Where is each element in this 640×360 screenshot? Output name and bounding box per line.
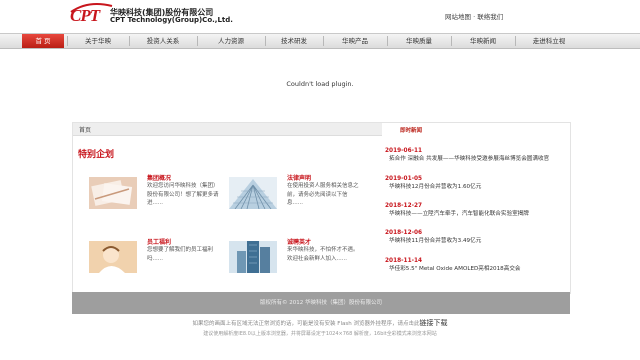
building-photo-icon [229,177,277,209]
tile-careers[interactable]: 诚聘英才 来华映科技，不怕怀才不遇。欢迎社会新鲜人加入...... [217,237,359,281]
top-links: 网站地图 · 联络我们 [445,11,503,21]
news-item[interactable]: 2018-11-14 华佳彩5.5" Metal Oxide AMOLED亮相2… [385,257,570,273]
news-date: 2018-12-06 [385,230,423,236]
tile-description: 来华映科技，不怕怀才不遇。欢迎社会新鲜人加入...... [287,247,359,262]
news-date: 2018-12-27 [385,203,423,209]
nav-divider [67,36,68,46]
documents-photo-icon [89,177,137,209]
news-date: 2019-06-11 [385,148,423,154]
news-item[interactable]: 2019-06-11 拓合作 深融合 共发展——华映科技受邀参展海丝博览会圆满收… [385,147,570,163]
tile-description: 欢迎您访问华映科技（集团）股份有限公司！想了解更多请进...... [147,183,219,206]
news-title[interactable]: 拓合作 深融合 共发展——华映科技受邀参展海丝博览会圆满收官 [385,155,570,163]
news-item[interactable]: 2018-12-27 华映科技——立陞汽车牵手，汽车智能化联合实验室揭牌 [385,202,570,218]
nav-kolisi[interactable]: 走进科立视 [518,34,580,48]
nav-divider [515,36,516,46]
contact-link[interactable]: 联络我们 [477,13,503,21]
browser-note: 建议使用解析度IE8.0以上版本浏览器，并将屏幕设定于1024×768 解析度，… [203,331,437,337]
breadcrumb-home[interactable]: 首页 [79,125,91,134]
flash-note: 如果您的画面上有区域无法正常浏览的话，可能是没有安装 Flash 浏览器外挂程序… [0,318,640,328]
nav-divider [197,36,198,46]
flash-download-link[interactable]: 链接下载 [419,319,447,327]
nav-products[interactable]: 华映产品 [326,34,384,48]
news-title[interactable]: 华映科技——立陞汽车牵手，汽车智能化联合实验室揭牌 [385,210,570,218]
nav-divider [129,36,130,46]
nav-divider [451,36,452,46]
person-photo-icon [89,241,137,273]
site-footer: 版权所有© 2012 华映科技（集团）股份有限公司 [72,292,570,314]
link-separator: · [473,13,476,21]
site-header: CPT 华映科技(集团)股份有限公司 CPT Technology(Group)… [0,0,640,33]
news-item[interactable]: 2018-12-06 华映科技11月份合并营收为3.49亿元 [385,229,570,245]
nav-divider [265,36,266,46]
plugin-error-message: Couldn't load plugin. [286,80,354,88]
company-name-en: CPT Technology(Group)Co.,Ltd. [110,16,233,24]
nav-divider [323,36,324,46]
main-nav: 首 页 关于华映 投资人关系 人力资源 技术研发 华映产品 华映质量 华映新闻 … [0,33,640,49]
tile-group-overview[interactable]: 集团概况 欢迎您访问华映科技（集团）股份有限公司！想了解更多请进...... [77,173,219,217]
nav-divider [387,36,388,46]
news-title[interactable]: 华佳彩5.5" Metal Oxide AMOLED亮相2018高交会 [385,265,570,273]
tile-description: 您想要了解我们的员工福利吗...... [147,247,214,262]
nav-rd[interactable]: 技术研发 [268,34,320,48]
nav-about[interactable]: 关于华映 [70,34,126,48]
cpt-logo[interactable]: CPT [70,6,100,26]
news-header: 即时新闻 [382,123,570,135]
tile-title[interactable]: 法律声明 [287,173,311,182]
tile-title[interactable]: 员工福利 [147,237,171,246]
news-list: 2019-06-11 拓合作 深融合 共发展——华映科技受邀参展海丝博览会圆满收… [382,137,570,293]
nav-home[interactable]: 首 页 [22,34,64,48]
flash-note-text: 如果您的画面上有区域无法正常浏览的话，可能是没有安装 Flash 浏览器外挂程序… [192,321,420,327]
special-feature-title: 特别企划 [78,150,115,160]
news-date: 2019-01-05 [385,176,423,182]
tile-title[interactable]: 诚聘英才 [287,237,311,246]
nav-hr[interactable]: 人力资源 [200,34,262,48]
copyright-text: 版权所有© 2012 华映科技（集团）股份有限公司 [260,300,382,306]
news-header-label: 即时新闻 [400,128,423,134]
tile-employee-benefits[interactable]: 员工福利 您想要了解我们的员工福利吗...... [77,237,217,281]
tile-title[interactable]: 集团概况 [147,173,171,182]
site-map-link[interactable]: 网站地图 [445,13,471,21]
skyscraper-photo-icon [229,241,277,273]
content-panel: 首页 即时新闻 特别企划 集团概况 欢迎您访问华映科技（集团）股份有限公司！想了… [72,122,571,294]
news-title[interactable]: 华映科技12月份合并营收为1.60亿元 [385,183,570,191]
breadcrumb: 首页 [73,123,382,136]
tile-legal-notice[interactable]: 法律声明 在使用投资人服务相关信息之前，请务必先阅读以下信息...... [217,173,359,217]
nav-news[interactable]: 华映新闻 [454,34,512,48]
news-item[interactable]: 2019-01-05 华映科技12月份合并营收为1.60亿元 [385,175,570,191]
tile-description: 在使用投资人服务相关信息之前，请务必先阅读以下信息...... [287,183,359,206]
nav-quality[interactable]: 华映质量 [390,34,448,48]
nav-investors[interactable]: 投资人关系 [132,34,194,48]
news-date: 2018-11-14 [385,258,423,264]
news-title[interactable]: 华映科技11月份合并营收为3.49亿元 [385,237,570,245]
